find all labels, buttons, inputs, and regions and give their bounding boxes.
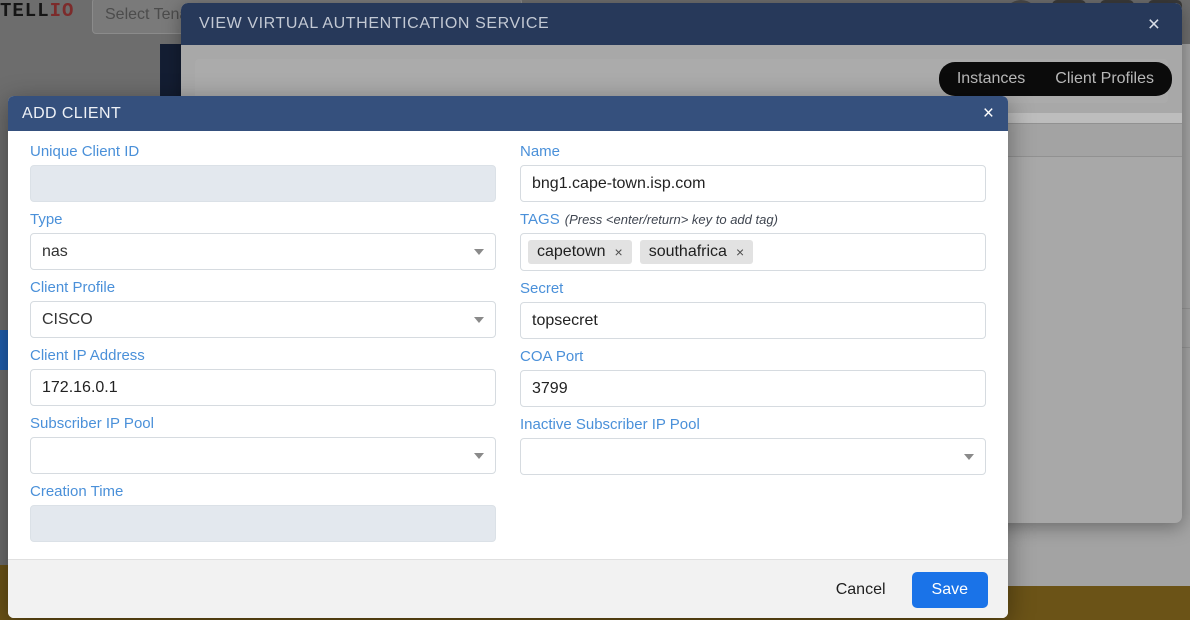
chevron-down-icon [474, 453, 484, 459]
field-label-unique-client-id: Unique Client ID [30, 143, 140, 160]
field-subscriber-ip-pool: Subscriber IP Pool [30, 415, 496, 474]
coa-port-input[interactable] [520, 370, 986, 407]
field-label-creation-time: Creation Time [30, 483, 124, 500]
field-creation-time: Creation Time [30, 483, 496, 542]
client-profile-select-value: CISCO [42, 310, 93, 328]
tag-chip: capetown × [528, 240, 632, 264]
tag-label: capetown [537, 243, 606, 260]
app-logo-text: TELL [0, 0, 50, 22]
form-column-left: Unique Client ID Type nas Client Profile… [30, 143, 496, 551]
unique-client-id-input [30, 165, 496, 202]
chevron-down-icon [474, 249, 484, 255]
field-label-client-profile: Client Profile [30, 279, 116, 296]
name-input[interactable] [520, 165, 986, 202]
chevron-down-icon [964, 454, 974, 460]
field-secret: Secret [520, 280, 986, 339]
field-client-ip-address: Client IP Address [30, 347, 496, 406]
add-client-form: Unique Client ID Type nas Client Profile… [8, 131, 1008, 559]
field-coa-port: COA Port [520, 348, 986, 407]
add-client-modal-header: ADD CLIENT × [8, 96, 1008, 131]
add-client-modal-footer: Cancel Save [8, 559, 1008, 618]
tags-input[interactable]: capetown × southafrica × [520, 233, 986, 271]
screen: TELLIO Select Tenant Search 25 ◆ Type na… [0, 0, 1190, 620]
field-tags: TAGS (Press <enter/return> key to add tag… [520, 211, 986, 271]
field-client-profile: Client Profile CISCO [30, 279, 496, 338]
field-label-name: Name [520, 143, 561, 160]
field-inactive-subscriber-ip-pool: Inactive Subscriber IP Pool [520, 416, 986, 475]
secret-input[interactable] [520, 302, 986, 339]
field-label-subscriber-ip-pool: Subscriber IP Pool [30, 415, 154, 432]
tab-instances[interactable]: Instances [945, 66, 1037, 92]
remove-tag-icon[interactable]: × [736, 244, 744, 260]
app-logo[interactable]: TELLIO [0, 0, 74, 22]
field-label-type: Type [30, 211, 63, 228]
field-label-coa-port: COA Port [520, 348, 584, 365]
type-select[interactable]: nas [30, 233, 496, 270]
creation-time-input [30, 505, 496, 542]
cancel-button[interactable]: Cancel [826, 573, 896, 607]
field-type: Type nas [30, 211, 496, 270]
chevron-down-icon [474, 317, 484, 323]
tags-label-hint: (Press <enter/return> key to add tag) [564, 212, 778, 227]
add-client-modal-title: ADD CLIENT [22, 104, 122, 122]
app-logo-accent: IO [49, 0, 75, 22]
field-label-tags: TAGS (Press <enter/return> key to add tag… [520, 211, 986, 228]
tag-chip: southafrica × [639, 240, 754, 264]
view-service-tabs: Instances Client Profiles [938, 62, 1172, 96]
subscriber-ip-pool-select[interactable] [30, 437, 496, 474]
tag-label: southafrica [648, 243, 727, 260]
client-profile-select[interactable]: CISCO [30, 301, 496, 338]
field-name: Name [520, 143, 986, 202]
type-select-value: nas [42, 242, 68, 260]
save-button[interactable]: Save [911, 571, 988, 608]
view-service-modal-title: VIEW VIRTUAL AUTHENTICATION SERVICE [199, 15, 550, 32]
field-label-secret: Secret [520, 280, 564, 297]
add-client-modal: ADD CLIENT × Unique Client ID Type nas C… [8, 96, 1008, 618]
form-column-right: Name TAGS (Press <enter/return> key to ad… [520, 143, 986, 551]
view-service-modal-header: VIEW VIRTUAL AUTHENTICATION SERVICE × [181, 3, 1182, 45]
close-icon[interactable]: × [1144, 12, 1164, 37]
remove-tag-icon[interactable]: × [615, 244, 623, 260]
tab-client-profiles[interactable]: Client Profiles [1043, 66, 1166, 92]
close-icon[interactable]: × [983, 104, 994, 123]
tags-label-text: TAGS [520, 211, 560, 228]
client-ip-address-input[interactable] [30, 369, 496, 406]
inactive-subscriber-ip-pool-select[interactable] [520, 438, 986, 475]
field-label-inactive-subscriber-ip-pool: Inactive Subscriber IP Pool [520, 416, 700, 433]
field-label-client-ip-address: Client IP Address [30, 347, 145, 364]
field-unique-client-id: Unique Client ID [30, 143, 496, 202]
